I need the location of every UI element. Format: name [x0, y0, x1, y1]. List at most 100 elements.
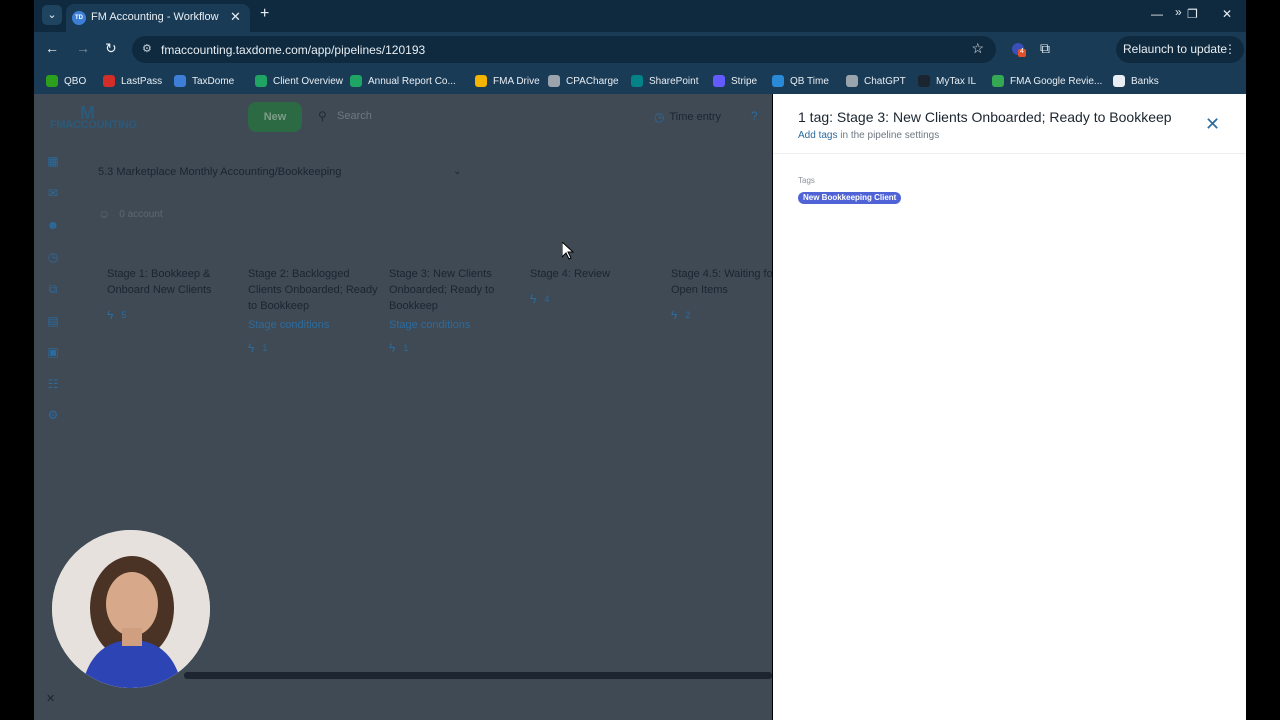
workflow-icon[interactable]: ⧉ — [46, 282, 60, 296]
browser-toolbar: ← → ↻ ⚙ fmaccounting.taxdome.com/app/pip… — [34, 32, 1246, 67]
firm-logo[interactable]: M FMACCOUNTING — [50, 103, 137, 133]
stage-count-value: 1 — [262, 343, 268, 353]
bookmark-favicon-icon — [255, 75, 267, 87]
calendar-icon[interactable]: ☷ — [46, 377, 60, 391]
tab-title: FM Accounting - Workflow — [91, 11, 219, 23]
stage-count-value: 1 — [403, 343, 409, 353]
search-icon[interactable]: ⚲ — [318, 109, 327, 123]
billing-icon[interactable]: ▣ — [46, 345, 60, 359]
horizontal-scrollbar[interactable] — [184, 672, 772, 679]
extension-badge: 4 — [1020, 48, 1024, 55]
bookmark-item[interactable]: TaxDome — [174, 73, 234, 89]
pipeline-name: 5.3 Marketplace Monthly Accounting/Bookk… — [98, 166, 342, 178]
panel-subtitle: Add tags in the pipeline settings — [798, 130, 939, 141]
bookmark-item[interactable]: MyTax IL — [918, 73, 976, 89]
address-bar[interactable]: ⚙ fmaccounting.taxdome.com/app/pipelines… — [132, 36, 996, 63]
stage-automation-count[interactable]: ϟ1 — [248, 341, 378, 355]
relaunch-label: Relaunch to update — [1123, 42, 1228, 56]
inbox-icon[interactable]: ✉ — [46, 186, 60, 200]
automation-bolt-icon: ϟ — [248, 341, 255, 355]
tab-close-icon[interactable]: ✕ — [230, 9, 241, 25]
stage-conditions-link[interactable]: Stage conditions — [248, 319, 378, 331]
tags-label: Tags — [798, 176, 815, 185]
bookmark-item[interactable]: Stripe — [713, 73, 757, 89]
bookmark-item[interactable]: Client Overview — [255, 73, 343, 89]
pipeline-stage[interactable]: Stage 2: Backlogged Clients Onboarded; R… — [248, 266, 378, 355]
dashboard-icon[interactable]: ▦ — [46, 154, 60, 168]
stage-title: Stage 1: Bookkeep & Onboard New Clients — [107, 268, 212, 296]
stage-conditions-link[interactable]: Stage conditions — [389, 319, 519, 331]
bookmarks-overflow-icon[interactable]: » — [1175, 5, 1182, 19]
automation-bolt-icon: ϟ — [389, 341, 396, 355]
minimize-icon[interactable]: — — [1151, 7, 1163, 21]
bookmark-item[interactable]: ChatGPT — [846, 73, 906, 89]
extensions-puzzle-icon[interactable]: ⧉ — [1040, 40, 1050, 57]
stage-automation-count[interactable]: ϟ2 — [671, 308, 772, 322]
stage-title: Stage 2: Backlogged Clients Onboarded; R… — [248, 268, 378, 312]
tags-side-panel: 1 tag: Stage 3: New Clients Onboarded; R… — [773, 94, 1246, 720]
stage-automation-count[interactable]: ϟ4 — [530, 292, 660, 306]
bookmark-item[interactable]: FMA Drive — [475, 73, 540, 89]
bookmark-star-icon[interactable]: ☆ — [971, 40, 984, 57]
new-button[interactable]: New — [248, 102, 302, 132]
bookmark-label: QB Time — [790, 75, 829, 87]
forward-arrow-icon[interactable]: → — [76, 40, 90, 56]
window-close-icon[interactable]: ✕ — [1222, 7, 1232, 21]
pipeline-stage[interactable]: Stage 1: Bookkeep & Onboard New Clients ϟ… — [107, 266, 237, 322]
bookmark-item[interactable]: LastPass — [103, 73, 162, 89]
add-tags-suffix: in the pipeline settings — [837, 130, 940, 141]
bookmark-item[interactable]: QB Time — [772, 73, 829, 89]
bookmark-favicon-icon — [350, 75, 362, 87]
search-input[interactable]: Search — [337, 110, 372, 122]
bookmark-label: Annual Report Co... — [368, 75, 456, 87]
bookmark-label: Client Overview — [273, 75, 344, 87]
bookmark-label: FMA Google Revie... — [1010, 75, 1103, 87]
site-info-icon[interactable]: ⚙ — [142, 42, 152, 55]
stage-automation-count[interactable]: ϟ5 — [107, 308, 237, 322]
pipeline-stage[interactable]: Stage 4: Review ϟ 4 — [530, 266, 660, 306]
bookmark-favicon-icon — [918, 75, 930, 87]
bookmark-item[interactable]: Banks — [1113, 73, 1159, 89]
browser-tab[interactable]: TD FM Accounting - Workflow ✕ — [66, 4, 250, 32]
bookmark-favicon-icon — [103, 75, 115, 87]
documents-icon[interactable]: ▤ — [46, 314, 60, 328]
bookmark-item[interactable]: Annual Report Co... — [350, 73, 456, 89]
stage-count-value: 2 — [685, 310, 691, 320]
bookmark-item[interactable]: CPACharge — [548, 73, 619, 89]
bookmark-item[interactable]: QBO — [46, 73, 86, 89]
relaunch-button[interactable]: Relaunch to update ⋮ — [1116, 36, 1244, 63]
stage-count-value: 5 — [121, 310, 127, 320]
bookmark-favicon-icon — [174, 75, 186, 87]
pipeline-select[interactable]: 5.3 Marketplace Monthly Accounting/Bookk… — [98, 166, 461, 178]
chrome-menu-icon[interactable]: ⋮ — [1224, 36, 1236, 63]
pin-icon[interactable]: ✕ — [46, 692, 55, 705]
clients-icon[interactable]: ☻ — [46, 218, 60, 232]
new-tab-plus-icon[interactable]: + — [260, 5, 269, 23]
help-icon[interactable]: ? — [751, 109, 758, 123]
bookmark-item[interactable]: SharePoint — [631, 73, 698, 89]
add-tags-link[interactable]: Add tags — [798, 130, 837, 141]
bookmark-favicon-icon — [713, 75, 725, 87]
bookmark-item[interactable]: FMA Google Revie... — [992, 73, 1102, 89]
stage-title: Stage 4.5: Waiting for Open Items — [671, 268, 772, 296]
bookmark-label: TaxDome — [192, 75, 235, 87]
bookmark-favicon-icon — [475, 75, 487, 87]
reload-icon[interactable]: ↻ — [105, 40, 117, 57]
pipeline-stage[interactable]: Stage 4.5: Waiting for Open Items ϟ 2 — [671, 266, 772, 322]
time-icon[interactable]: ◷ — [46, 250, 60, 264]
stage-title: Stage 4: Review — [530, 268, 611, 280]
panel-close-icon[interactable]: ✕ — [1205, 114, 1220, 135]
account-count-label: 0 account — [119, 208, 163, 220]
back-arrow-icon[interactable]: ← — [45, 40, 59, 56]
tag-pill[interactable]: New Bookkeeping Client — [798, 192, 902, 204]
address-url: fmaccounting.taxdome.com/app/pipelines/1… — [161, 43, 426, 57]
bookmark-label: MyTax IL — [936, 75, 977, 87]
tab-search-chevron-icon[interactable]: ⌄ — [42, 5, 62, 25]
bookmark-label: SharePoint — [649, 75, 699, 87]
stage-automation-count[interactable]: ϟ1 — [389, 341, 519, 355]
pipeline-stage[interactable]: Stage 3: New Clients Onboarded; Ready to… — [389, 266, 519, 355]
settings-gear-icon[interactable]: ⚙ — [46, 408, 60, 422]
time-entry-button[interactable]: ◷ Time entry — [654, 110, 721, 124]
restore-icon[interactable]: ❐ — [1187, 7, 1198, 21]
bookmark-favicon-icon — [846, 75, 858, 87]
